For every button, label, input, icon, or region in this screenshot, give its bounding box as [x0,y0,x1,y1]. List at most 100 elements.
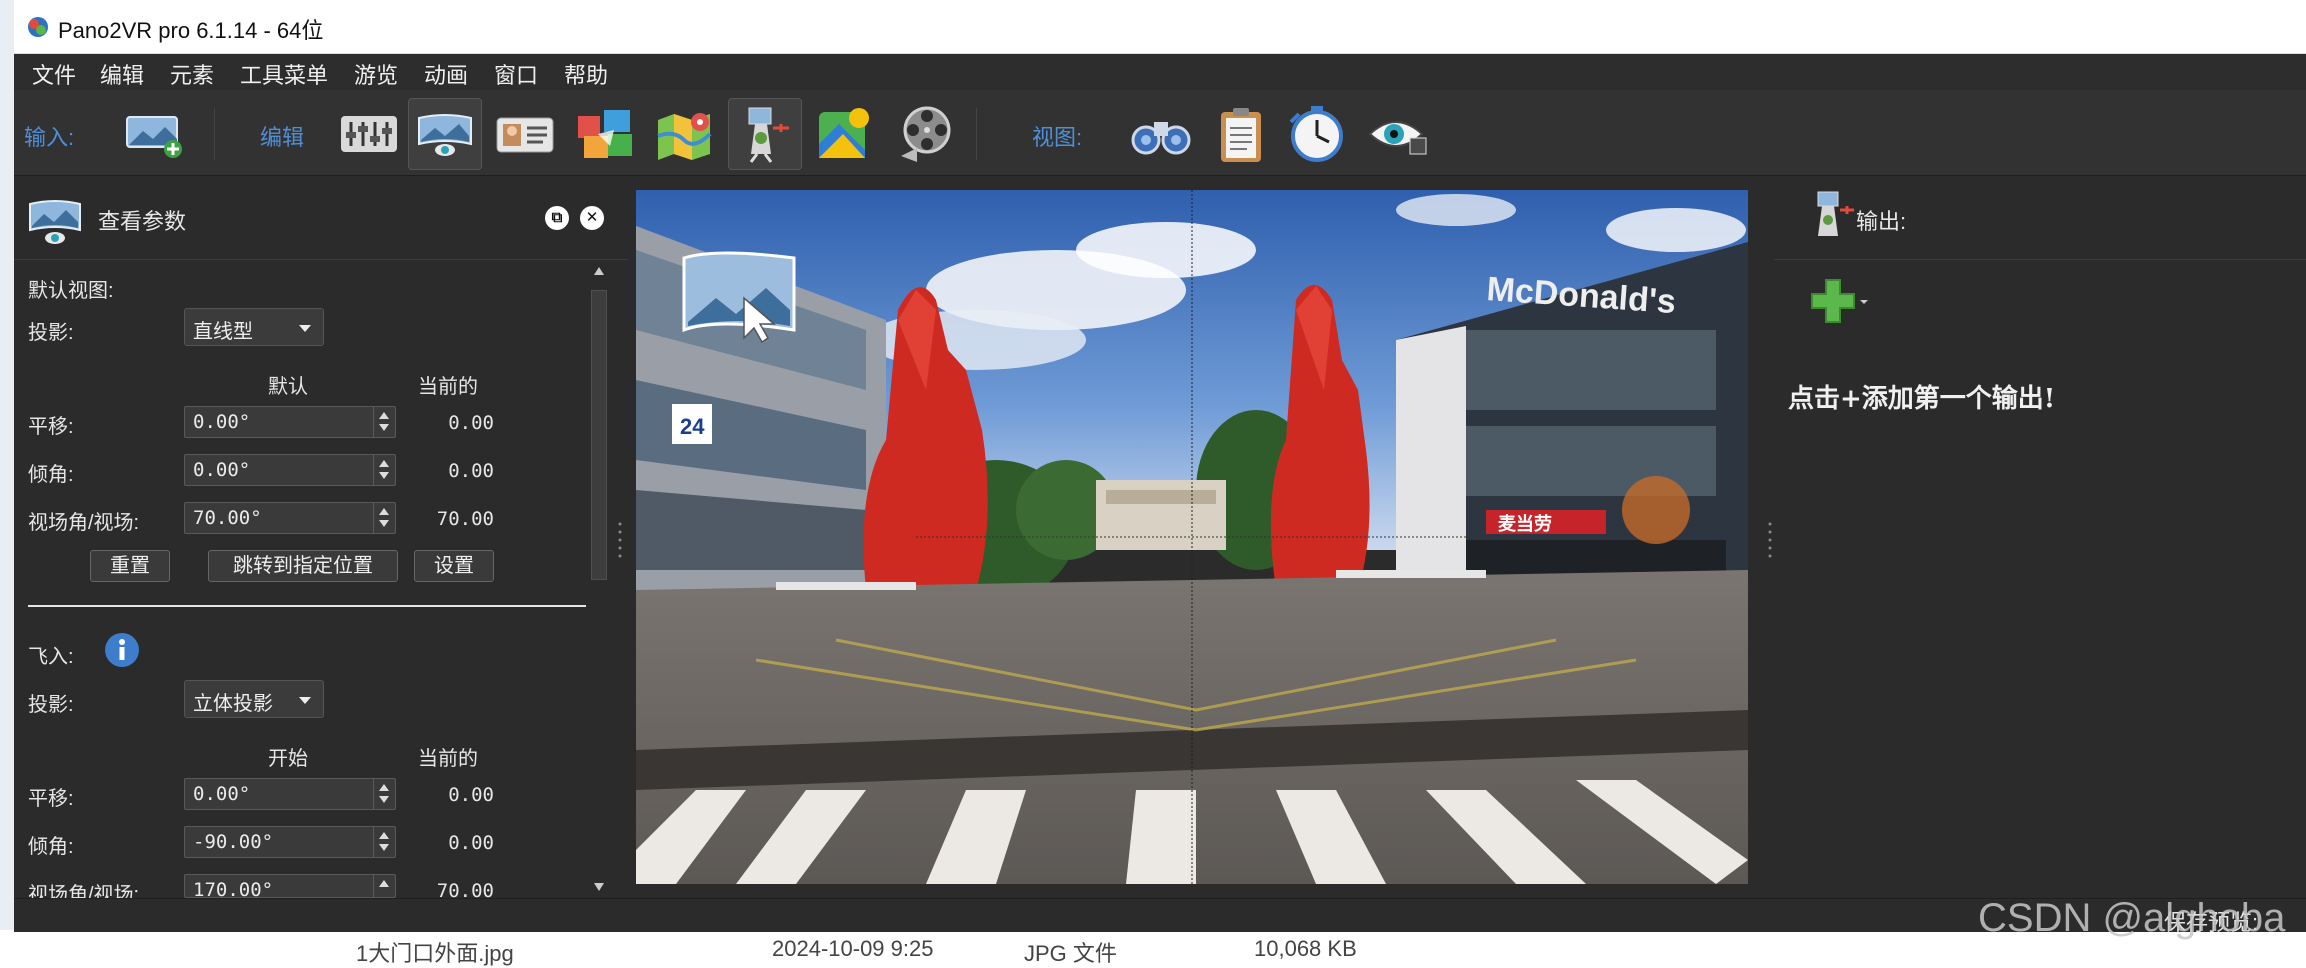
menu-edit[interactable]: 编辑 [100,58,144,90]
fly-tilt-value: -90.00° [193,831,274,853]
window-title: Pano2VR pro 6.1.14 - 64位 [58,18,324,43]
projection-label: 投影: [28,322,74,344]
fov-spinbox[interactable]: 70.00° [184,502,396,534]
input-label: 输入: [24,125,75,150]
left-splitter-handle[interactable] [618,520,622,560]
pan-spinbox[interactable]: 0.00° [184,406,396,438]
output-icon[interactable] [728,98,802,170]
fov-value: 70.00° [193,507,262,529]
viewing-parameters-icon[interactable] [408,98,482,170]
fly-fov-spinbox[interactable]: 170.00° [184,874,396,898]
clock-icon[interactable] [1280,98,1354,170]
panel-header: 查看参数 ⧉ ✕ [14,178,628,260]
properties-icon[interactable] [332,98,406,170]
fly-in-label: 飞入: [28,646,74,668]
fov-current: 70.00 [436,508,494,530]
pan-label: 平移: [28,416,74,438]
file-name: 1大门口外面.jpg [356,941,514,966]
projection-value: 直线型 [193,321,253,343]
store-badge: 24 [680,414,705,439]
binoculars-icon[interactable] [1124,98,1198,170]
fly-fov-value: 170.00° [193,879,274,898]
col-current: 当前的 [418,376,478,398]
tilt-current: 0.00 [448,460,494,482]
app-window: Pano2VR pro 6.1.14 - 64位 文件 编辑 元素 工具菜单 游… [14,0,2306,935]
scroll-down-icon[interactable] [593,882,605,892]
scroll-thumb[interactable] [591,290,607,580]
user-data-icon[interactable] [488,98,562,170]
float-panel-icon[interactable]: ⧉ [545,206,569,230]
close-panel-icon[interactable]: ✕ [580,206,604,230]
scroll-up-icon[interactable] [593,266,605,276]
goto-button[interactable]: 跳转到指定位置 [208,550,398,582]
info-icon[interactable] [104,632,140,668]
add-panorama-icon[interactable] [118,98,192,170]
viewing-parameters-panel: 查看参数 ⧉ ✕ 默认视图: 投影: 直线型 默认 当前的 平移: 0.00° … [14,178,628,903]
menu-elements[interactable]: 元素 [170,58,214,90]
fov-label: 视场角/视场: [28,512,140,534]
add-output-hint: 点击+添加第一个输出! [1788,384,2056,414]
menu-help[interactable]: 帮助 [564,58,608,90]
output-panel-title: 输出: [1856,209,1907,234]
menu-bar: 文件 编辑 元素 工具菜单 游览 动画 窗口 帮助 [14,54,2306,90]
toolbar: 输入: 编辑 视图: [14,90,2306,176]
chinese-sign: 麦当劳 [1498,513,1552,535]
clipboard-icon[interactable] [1204,98,1278,170]
output-panel-header: 输出: [1774,178,2306,260]
file-size: 10,068 KB [1254,936,1357,961]
fly-pan-current: 0.00 [448,784,494,806]
toolbar-separator [976,108,977,160]
right-splitter-handle[interactable] [1768,520,1772,560]
edit-label: 编辑 [260,125,305,150]
set-button[interactable]: 设置 [414,550,494,582]
tilt-spinbox[interactable]: 0.00° [184,454,396,486]
eye-icon[interactable] [1360,98,1434,170]
fly-projection-select[interactable]: 立体投影 [184,680,324,718]
pan-value: 0.00° [193,411,251,433]
app-icon [28,17,48,37]
patch-icon[interactable] [568,98,642,170]
fly-tilt-spinbox[interactable]: -90.00° [184,826,396,858]
default-view-label: 默认视图: [28,280,114,302]
fly-projection-value: 立体投影 [193,693,273,715]
toolbar-separator [214,108,215,160]
menu-animation[interactable]: 动画 [424,58,468,90]
panorama-viewer[interactable]: 24 McDonald's 麦当劳 [636,190,1748,884]
col-default: 默认 [268,376,308,398]
view-label: 视图: [1032,125,1083,150]
tilt-value: 0.00° [193,459,251,481]
output-panel: 输出: 点击+添加第一个输出! [1774,178,2306,898]
menu-tour[interactable]: 游览 [354,58,398,90]
desktop-background [0,0,14,964]
fly-tilt-label: 倾角: [28,836,74,858]
title-bar: Pano2VR pro 6.1.14 - 64位 [14,0,2306,54]
tilt-label: 倾角: [28,464,74,486]
col-start: 开始 [268,748,308,770]
map-icon[interactable] [648,98,722,170]
add-output-icon[interactable] [1808,278,1870,328]
watermark: CSDN @alghoba [1978,896,2286,940]
animation-icon[interactable] [888,98,962,170]
col-current-fly: 当前的 [418,748,478,770]
panel-scrollbar[interactable] [588,262,610,896]
reset-button[interactable]: 重置 [90,550,170,582]
menu-tools[interactable]: 工具菜单 [240,58,328,90]
fly-pan-value: 0.00° [193,783,251,805]
output-icon [1817,191,1854,236]
file-explorer-row[interactable]: 1大门口外面.jpg 2024-10-09 9:25 JPG 文件 10,068… [0,930,2306,966]
menu-file[interactable]: 文件 [32,58,76,90]
panorama-image: 24 McDonald's 麦当劳 [636,190,1748,884]
fly-tilt-current: 0.00 [448,832,494,854]
file-date: 2024-10-09 9:25 [772,936,934,961]
menu-window[interactable]: 窗口 [494,58,538,90]
projection-select[interactable]: 直线型 [184,308,324,346]
fly-pan-label: 平移: [28,788,74,810]
status-bar: 保存预览: [14,898,2306,935]
panel-title: 查看参数 [98,209,187,234]
google-street-view-icon[interactable] [808,98,882,170]
viewing-parameters-icon [29,200,81,244]
fly-pan-spinbox[interactable]: 0.00° [184,778,396,810]
pan-current: 0.00 [448,412,494,434]
fly-projection-label: 投影: [28,694,74,716]
section-divider [28,605,586,607]
